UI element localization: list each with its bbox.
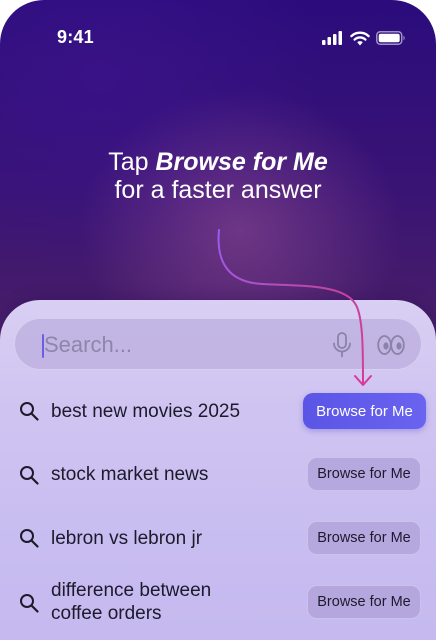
suggestion-query[interactable]: lebron vs lebron jr [51,527,202,550]
phone-screen: 9:41 Tap Browse for Me for a faster answ [0,0,436,640]
suggestion-query[interactable]: stock market news [51,463,208,486]
suggestion-row[interactable]: lebron vs lebron jr Browse for Me [0,512,436,564]
suggestion-query[interactable]: best new movies 2025 [51,400,240,423]
browse-for-me-button[interactable]: Browse for Me [307,521,421,555]
microphone-icon[interactable] [331,332,353,358]
battery-icon [376,31,405,45]
search-input[interactable] [44,327,314,363]
browse-for-me-button[interactable]: Browse for Me [307,457,421,491]
suggestion-query[interactable]: difference between coffee orders [51,579,211,625]
status-time: 9:41 [57,27,94,47]
wifi-icon [350,31,370,45]
status-icons [322,30,406,46]
search-icon [20,594,39,613]
headline: Tap Browse for Me for a faster answer [0,148,436,204]
headline-line-2: for a faster answer [114,176,322,204]
headline-prefix: Tap [108,148,156,176]
suggestion-query-line-1: difference between [51,580,212,601]
suggestion-row[interactable]: stock market news Browse for Me [0,449,436,501]
status-bar: 9:41 [0,0,436,70]
search-icon [20,402,39,421]
browse-for-me-button[interactable]: Browse for Me [307,585,421,619]
search-icon [20,529,39,548]
suggestion-row[interactable]: best new movies 2025 Browse for Me [0,385,436,437]
headline-line-1: Tap Browse for Me [0,148,436,176]
suggestion-row[interactable]: difference between coffee orders Browse … [0,576,436,636]
search-bar[interactable] [14,318,422,370]
eyes-icon[interactable] [377,334,405,356]
browse-for-me-button[interactable]: Browse for Me [303,393,426,429]
headline-emphasis: Browse for Me [155,148,328,176]
cellular-signal-icon [322,31,342,45]
search-icon [20,466,39,485]
suggestion-query-line-2: coffee orders [51,603,162,624]
suggestion-sheet: best new movies 2025 Browse for Me stock… [0,300,436,640]
